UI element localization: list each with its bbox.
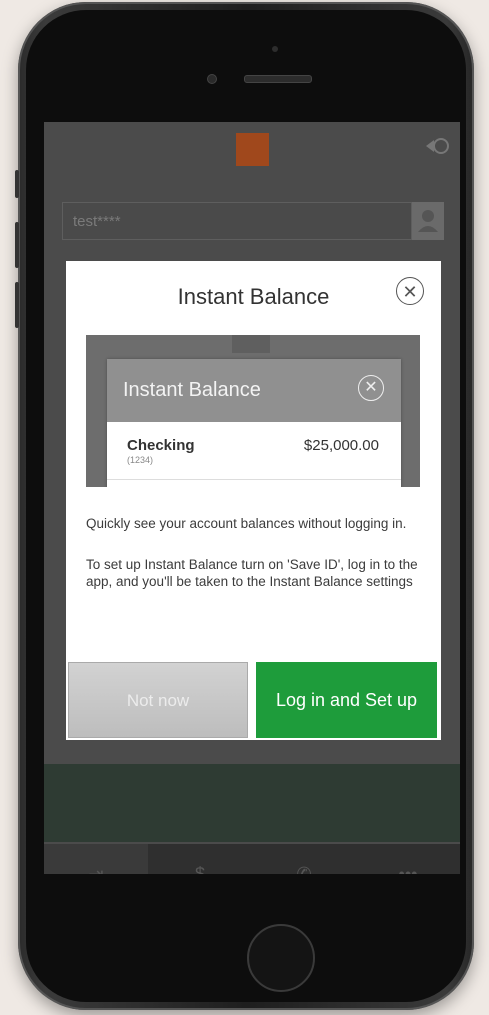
preview-account-number: (1234) xyxy=(127,455,154,465)
volume-up-button xyxy=(15,222,19,268)
dialog-description-1: Quickly see your account balances withou… xyxy=(86,516,407,531)
tab-bar: ⇥ $ ✆ ••• xyxy=(44,844,460,874)
preview-account-balance: $25,000.00 xyxy=(303,437,379,454)
preview-top-block xyxy=(232,335,270,353)
dollar-icon: $ xyxy=(194,863,205,875)
mute-switch xyxy=(15,170,19,198)
home-button[interactable] xyxy=(247,924,315,992)
close-icon[interactable]: ✕ xyxy=(396,277,424,305)
log-in-and-set-up-button[interactable]: Log in and Set up xyxy=(256,662,437,738)
preview-close-icon: ✕ xyxy=(358,375,384,401)
signin-icon: ⇥ xyxy=(88,863,104,875)
instant-balance-preview-image: Instant Balance ✕ Checking (1234) $25,00… xyxy=(86,335,420,487)
user-icon[interactable] xyxy=(412,202,444,240)
user-id-field[interactable]: test**** xyxy=(62,202,412,240)
notification-icon[interactable] xyxy=(422,134,450,158)
more-icon: ••• xyxy=(398,863,418,875)
preview-divider xyxy=(107,479,401,480)
dimmed-panel xyxy=(44,764,460,842)
tab-more[interactable]: ••• xyxy=(356,844,460,875)
dialog-title: Instant Balance xyxy=(177,284,330,309)
tab-signin[interactable]: ⇥ xyxy=(44,844,148,874)
not-now-button[interactable]: Not now xyxy=(68,662,248,738)
brand-logo xyxy=(236,133,269,166)
phone-icon: ✆ xyxy=(296,863,312,875)
tab-contact[interactable]: ✆ xyxy=(252,844,356,875)
earpiece-speaker xyxy=(244,75,312,83)
instant-balance-dialog: Instant Balance ✕ Instant Balance ✕ Chec… xyxy=(66,261,441,740)
sensor xyxy=(272,46,278,52)
preview-account-name: Checking xyxy=(127,437,195,454)
front-camera xyxy=(207,74,217,84)
preview-card-title: Instant Balance xyxy=(123,379,261,401)
preview-card: Instant Balance ✕ Checking (1234) $25,00… xyxy=(107,359,401,487)
dialog-description-2: To set up Instant Balance turn on 'Save … xyxy=(86,557,418,589)
tab-rates[interactable]: $ xyxy=(148,844,252,875)
volume-down-button xyxy=(15,282,19,328)
preview-card-header: Instant Balance ✕ xyxy=(107,359,401,422)
